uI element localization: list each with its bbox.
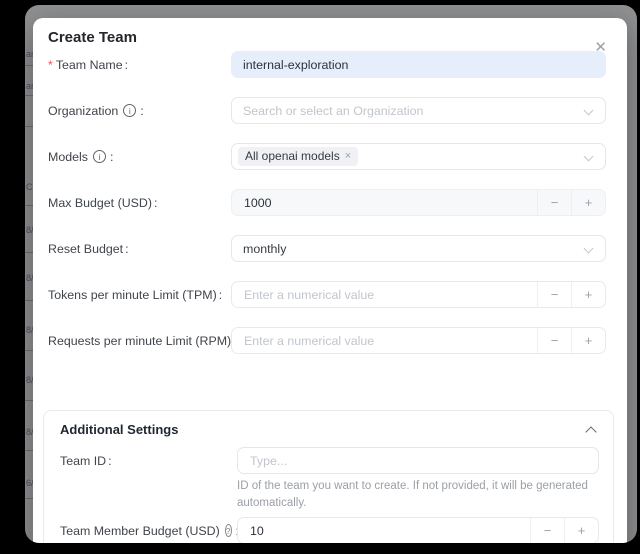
minus-icon: − (551, 333, 559, 348)
max-budget-label-text: Max Budget (USD) (48, 196, 152, 210)
chevron-down-icon (584, 152, 594, 162)
increment-button[interactable]: + (571, 328, 605, 353)
rpm-stepper: − + (231, 327, 606, 354)
reset-budget-value: monthly (243, 242, 286, 256)
label-colon: : (154, 196, 157, 210)
rpm-input[interactable] (232, 328, 537, 353)
plus-icon: + (585, 287, 593, 302)
info-icon[interactable]: i (123, 104, 136, 117)
max-budget-input[interactable] (232, 190, 537, 215)
required-mark: * (48, 58, 53, 72)
organization-label: Organization i : (48, 104, 231, 118)
plus-icon: + (585, 195, 593, 210)
team-name-label-text: Team Name (56, 58, 123, 72)
max-budget-label: Max Budget (USD) : (48, 196, 231, 210)
team-name-row: * Team Name : (48, 51, 606, 78)
increment-button[interactable]: + (571, 282, 605, 307)
chevron-down-icon (584, 244, 594, 254)
models-row: Models i : All openai models × (48, 143, 606, 170)
organization-select[interactable]: Search or select an Organization (231, 97, 606, 124)
reset-budget-label-text: Reset Budget (48, 242, 123, 256)
chevron-up-icon[interactable] (585, 426, 596, 437)
additional-settings-header[interactable]: Additional Settings (60, 421, 599, 437)
label-colon: : (125, 242, 128, 256)
tpm-row: Tokens per minute Limit (TPM) : − + (48, 281, 606, 308)
plus-icon: + (585, 333, 593, 348)
additional-settings-title: Additional Settings (60, 422, 178, 437)
label-colon: : (219, 288, 222, 302)
plus-icon: + (578, 523, 586, 538)
increment-button[interactable]: + (571, 190, 605, 215)
tpm-label: Tokens per minute Limit (TPM) : (48, 288, 231, 302)
models-label: Models i : (48, 150, 231, 164)
team-id-label-text: Team ID (60, 454, 106, 468)
decrement-button[interactable]: − (530, 518, 564, 543)
team-member-budget-input[interactable] (238, 518, 530, 543)
tpm-label-text: Tokens per minute Limit (TPM) (48, 288, 217, 302)
organization-placeholder: Search or select an Organization (243, 104, 423, 118)
team-name-input[interactable] (231, 51, 606, 78)
reset-budget-row: Reset Budget : monthly (48, 235, 606, 262)
question-icon[interactable]: ? (225, 524, 232, 537)
rpm-row: Requests per minute Limit (RPM) : − + (48, 327, 606, 354)
team-member-budget-stepper: − + (237, 517, 599, 543)
label-colon: : (110, 150, 113, 164)
decrement-button[interactable]: − (537, 328, 571, 353)
label-colon: : (108, 454, 111, 468)
create-team-form: * Team Name : Organization i : Search or (48, 51, 606, 543)
max-budget-row: Max Budget (USD) : − + (48, 189, 606, 216)
rpm-label: Requests per minute Limit (RPM) : (48, 334, 231, 348)
label-colon: : (125, 58, 128, 72)
team-id-input[interactable] (237, 447, 599, 474)
info-icon[interactable]: i (93, 150, 106, 163)
team-member-budget-label: Team Member Budget (USD) ? : (60, 524, 237, 538)
max-budget-stepper: − + (231, 189, 606, 216)
minus-icon: − (551, 287, 559, 302)
models-label-text: Models (48, 150, 88, 164)
organization-label-text: Organization (48, 104, 118, 118)
tpm-input[interactable] (232, 282, 537, 307)
modal-title: Create Team (48, 28, 606, 48)
tag-remove-icon[interactable]: × (345, 149, 351, 164)
team-id-help-text: ID of the team you want to create. If no… (237, 478, 601, 511)
tpm-stepper: − + (231, 281, 606, 308)
team-name-label: * Team Name : (48, 58, 231, 72)
increment-button[interactable]: + (564, 518, 598, 543)
app-window-backdrop: am ar Cr 8/2 8/2 8/2 8/1 8/1 6/1 Create … (25, 5, 637, 543)
models-select[interactable]: All openai models × (231, 143, 606, 170)
chevron-down-icon (584, 106, 594, 116)
create-team-modal: Create Team ✕ * Team Name : Organization… (33, 18, 627, 543)
team-member-budget-row: Team Member Budget (USD) ? : − + (60, 517, 599, 543)
team-member-budget-label-text: Team Member Budget (USD) (60, 524, 220, 538)
organization-row: Organization i : Search or select an Org… (48, 97, 606, 124)
team-id-row: Team ID : (60, 447, 599, 474)
selected-model-tag: All openai models × (238, 147, 358, 166)
decrement-button[interactable]: − (537, 190, 571, 215)
additional-settings-card: Additional Settings Team ID : ID of the … (43, 410, 614, 543)
model-tag-label: All openai models (245, 149, 340, 164)
minus-icon: − (551, 195, 559, 210)
minus-icon: − (544, 523, 552, 538)
reset-budget-select[interactable]: monthly (231, 235, 606, 262)
team-id-label: Team ID : (60, 454, 237, 468)
decrement-button[interactable]: − (537, 282, 571, 307)
rpm-label-text: Requests per minute Limit (RPM) (48, 334, 231, 348)
reset-budget-label: Reset Budget : (48, 242, 231, 256)
label-colon: : (140, 104, 143, 118)
